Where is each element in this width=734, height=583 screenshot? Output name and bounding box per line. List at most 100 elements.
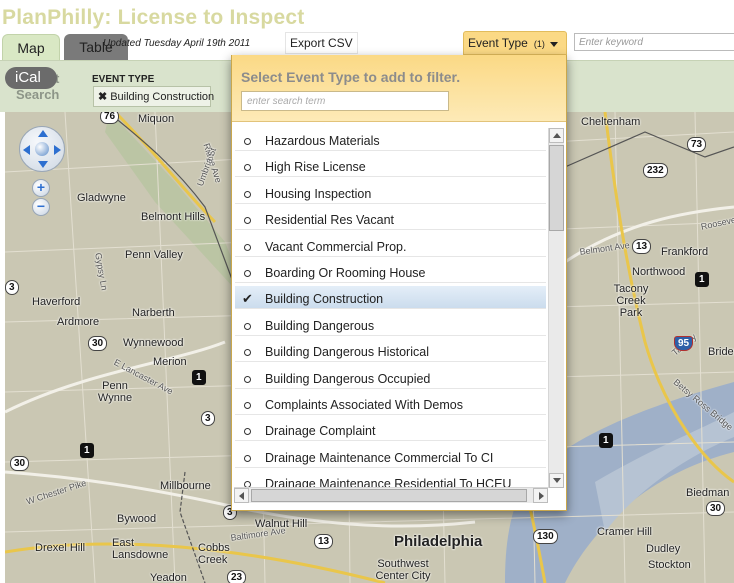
option-label: Complaints Associated With Demos <box>265 397 463 412</box>
route-shield: 76 <box>100 112 120 124</box>
dropdown-title: Select Event Type to add to filter. <box>241 69 461 85</box>
event-type-option[interactable]: Complaints Associated With Demos <box>235 392 546 415</box>
event-type-option[interactable]: Boarding Or Rooming House <box>235 260 546 283</box>
option-label: Building Dangerous Occupied <box>265 371 431 386</box>
map-label: Penn Wynne <box>97 380 133 404</box>
arrow-left-icon <box>239 492 244 500</box>
map-label: Millbourne <box>160 480 211 492</box>
scroll-left-button[interactable] <box>234 488 249 503</box>
app-title: PlanPhilly: License to Inspect <box>2 6 305 29</box>
route-shield: 30 <box>10 456 30 471</box>
ical-button[interactable]: iCal <box>5 67 57 89</box>
radio-circle-icon <box>244 428 251 436</box>
horizontal-scrollbar[interactable] <box>234 487 548 503</box>
option-label: Drainage Complaint <box>265 424 376 439</box>
event-type-option[interactable]: Building Dangerous Occupied <box>235 366 546 389</box>
scroll-up-button[interactable] <box>549 128 564 143</box>
map-label: Haverford <box>32 296 81 308</box>
map-label: Belmont Hills <box>141 211 206 223</box>
route-shield: 73 <box>687 137 707 152</box>
arrow-down-icon <box>553 478 561 483</box>
route-shield: 130 <box>533 529 558 544</box>
event-type-option[interactable]: Building Dangerous <box>235 313 546 336</box>
route-shield: 3 <box>201 411 215 426</box>
option-label: Vacant Commercial Prop. <box>265 239 407 254</box>
map-label: Gladwyne <box>77 192 126 204</box>
keyword-search-input[interactable] <box>574 33 734 51</box>
map-label: Cheltenham <box>581 116 641 128</box>
zoom-in-button[interactable]: + <box>32 179 50 197</box>
option-label: Building Dangerous Historical <box>265 345 429 360</box>
radio-circle-icon <box>244 217 251 225</box>
pan-up-icon[interactable] <box>38 130 48 137</box>
radio-circle-icon <box>244 164 251 172</box>
vertical-scroll-thumb[interactable] <box>549 145 564 231</box>
event-type-option[interactable]: Building Dangerous Historical <box>235 339 546 363</box>
map-label: Bridesburg <box>708 346 734 358</box>
event-type-option[interactable]: Housing Inspection <box>235 181 546 204</box>
horizontal-scroll-thumb[interactable] <box>251 489 527 502</box>
map-label: Yeadon <box>150 572 187 583</box>
pan-right-icon[interactable] <box>54 145 61 155</box>
route-shield: 1 <box>80 443 94 458</box>
radio-circle-icon <box>244 190 251 198</box>
close-icon[interactable]: ✖ <box>98 91 107 103</box>
event-type-option[interactable]: Drainage Maintenance Commercial To CI <box>235 445 546 468</box>
route-shield: 1 <box>192 370 206 385</box>
map-label: Merion <box>153 356 187 368</box>
event-type-option[interactable]: High Rise License <box>235 154 546 178</box>
radio-circle-icon <box>244 401 251 409</box>
route-shield: 30 <box>88 336 108 351</box>
route-shield: 23 <box>227 570 247 583</box>
event-type-option[interactable]: Drainage Complaint <box>235 418 546 442</box>
zoom-out-button[interactable]: − <box>32 198 50 216</box>
arrow-right-icon <box>539 492 544 500</box>
event-type-search-input[interactable] <box>241 91 449 111</box>
option-label: Boarding Or Rooming House <box>265 265 426 280</box>
route-shield: 3 <box>5 280 19 295</box>
event-type-option[interactable]: Vacant Commercial Prop. <box>235 234 546 257</box>
route-shield: 232 <box>643 163 668 178</box>
map-label: Stockton <box>648 559 691 571</box>
last-updated-text: Updated Tuesday April 19th 2011 <box>103 38 251 49</box>
pan-down-icon[interactable] <box>38 161 48 168</box>
event-type-filter-heading: EVENT TYPE <box>92 74 155 85</box>
route-shield: 1 <box>695 272 709 287</box>
route-shield: 13 <box>632 239 652 254</box>
vertical-scrollbar[interactable] <box>548 128 564 488</box>
map-label: Narberth <box>132 307 175 319</box>
option-label: High Rise License <box>265 160 366 175</box>
map-label: Miquon <box>138 113 175 125</box>
tab-map[interactable]: Map <box>2 34 60 60</box>
event-type-option[interactable]: Hazardous Materials <box>235 128 546 151</box>
option-label: Drainage Maintenance Commercial To CI <box>265 450 494 465</box>
option-label: Residential Res Vacant <box>265 213 395 228</box>
scroll-right-button[interactable] <box>533 488 548 503</box>
chevron-down-icon <box>550 42 558 47</box>
radio-circle-icon <box>244 243 251 251</box>
arrow-up-icon <box>553 133 561 138</box>
option-label: Hazardous Materials <box>265 134 380 148</box>
radio-circle-icon <box>244 322 251 330</box>
route-shield: 1 <box>599 433 613 448</box>
map-label: Wynnewood <box>123 337 184 349</box>
route-shield: 13 <box>314 534 334 549</box>
map-pan-control[interactable] <box>19 126 65 172</box>
event-type-option-selected[interactable]: ✔ Building Construction <box>235 286 546 310</box>
event-type-dropdown: Select Event Type to add to filter. Haza… <box>231 55 567 511</box>
map-label: Bywood <box>117 513 157 525</box>
map-label: Southwest Center City <box>375 558 431 582</box>
map-label: Dudley <box>646 543 681 555</box>
active-filter-label: Building Construction <box>110 91 215 103</box>
scroll-down-button[interactable] <box>549 473 564 488</box>
export-csv-button[interactable]: Export CSV <box>285 32 358 54</box>
active-filter-chip[interactable]: ✖ Building Construction <box>93 86 215 107</box>
event-type-option[interactable]: Residential Res Vacant <box>235 207 546 231</box>
event-type-dropdown-button[interactable]: Event Type (1) <box>463 31 567 55</box>
pan-center-icon[interactable] <box>35 142 49 156</box>
event-type-option[interactable]: Drainage Maintenance Residential To HCEU <box>235 471 546 488</box>
pan-left-icon[interactable] <box>23 145 30 155</box>
option-label: Building Dangerous <box>265 318 375 333</box>
map-label: Northwood <box>632 266 686 278</box>
map-label: Tacony Creek Park <box>613 283 649 319</box>
